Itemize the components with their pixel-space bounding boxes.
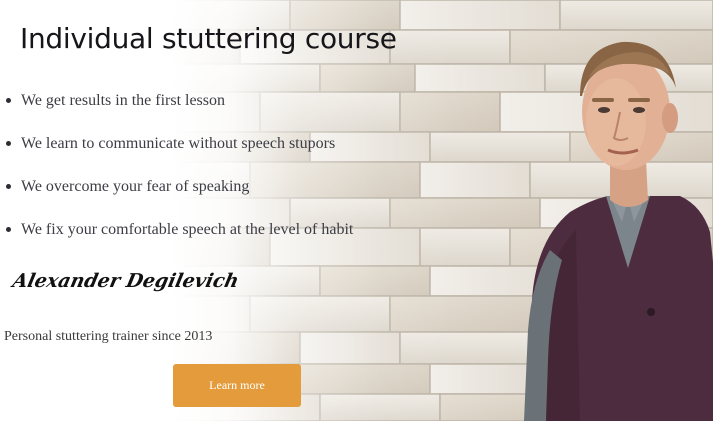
benefit-item: We overcome your fear of speaking xyxy=(0,176,353,219)
benefit-text: We learn to communicate without speech s… xyxy=(21,135,336,152)
learn-more-button[interactable]: Learn more xyxy=(173,364,301,407)
bullet-dot-icon xyxy=(6,141,11,146)
bullet-dot-icon xyxy=(6,227,11,232)
benefit-text: We get results in the first lesson xyxy=(21,92,226,109)
benefit-item: We learn to communicate without speech s… xyxy=(0,133,353,176)
bullet-dot-icon xyxy=(6,98,11,103)
benefit-text: We fix your comfortable speech at the le… xyxy=(21,221,354,238)
trainer-signature: Alexander Degilevich xyxy=(10,270,241,292)
trainer-subtitle: Personal stuttering trainer since 2013 xyxy=(4,329,213,344)
page-title: Individual stuttering course xyxy=(20,22,397,55)
benefit-item: We get results in the first lesson xyxy=(0,90,353,133)
benefits-list: We get results in the first lesson We le… xyxy=(0,90,353,262)
hero-section: Individual stuttering course We get resu… xyxy=(0,0,713,421)
bullet-dot-icon xyxy=(6,184,11,189)
benefit-item: We fix your comfortable speech at the le… xyxy=(0,219,353,262)
benefit-text: We overcome your fear of speaking xyxy=(21,178,250,195)
trainer-photo xyxy=(524,41,713,421)
